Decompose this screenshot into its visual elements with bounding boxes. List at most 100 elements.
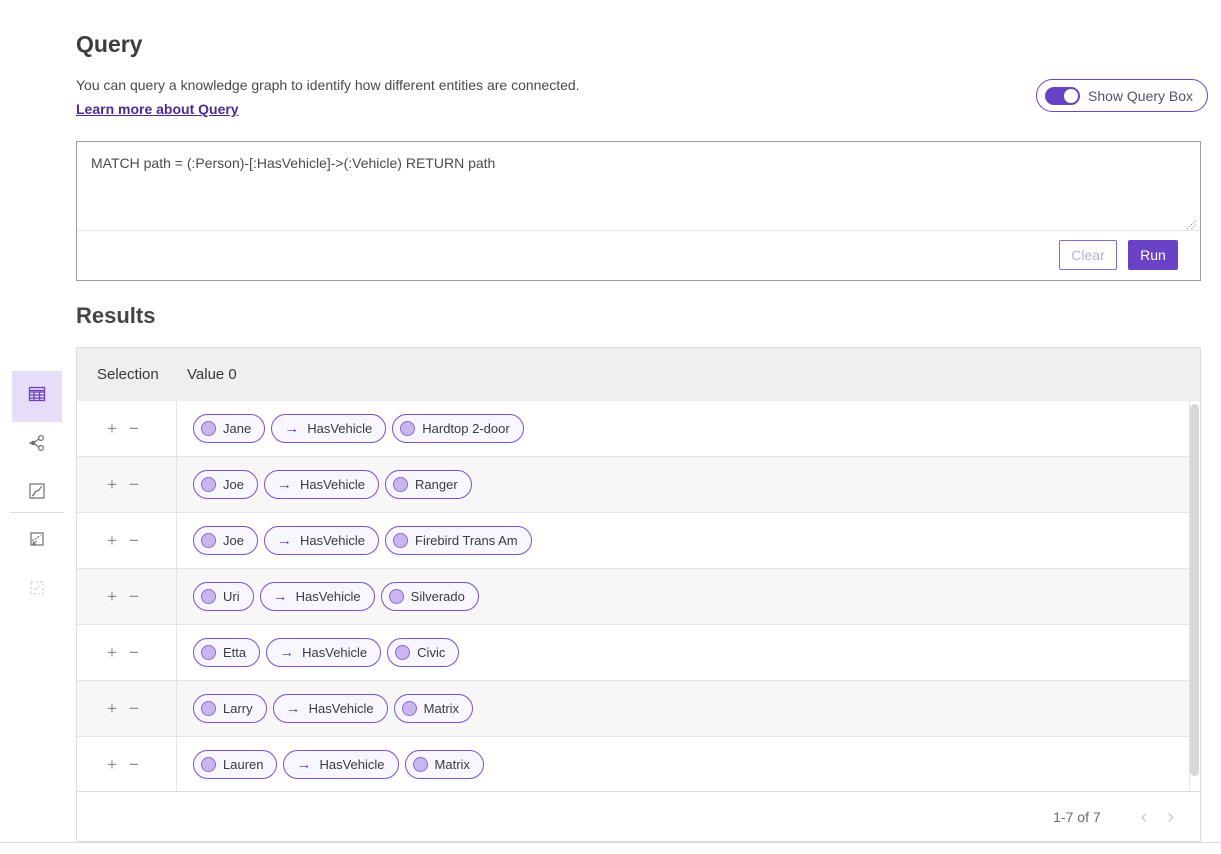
clear-button[interactable]: Clear [1059, 240, 1117, 270]
add-to-map-icon [28, 530, 46, 553]
pill-label: HasVehicle [319, 757, 397, 772]
results-title: Results [76, 303, 155, 329]
relationship-pill[interactable]: → HasVehicle [264, 470, 379, 499]
table-row: +− Larry →HasVehicle Matrix [77, 681, 1200, 737]
sidebar-item-map-view[interactable] [12, 477, 62, 509]
entity-pill[interactable]: Uri [193, 582, 254, 611]
row-selection-cell: +− [77, 401, 177, 456]
toggle-switch-icon[interactable] [1045, 87, 1080, 105]
relationship-pill[interactable]: →HasVehicle [273, 694, 388, 723]
table-row: +− Lauren → HasVehicle Matrix [77, 737, 1200, 793]
pill-label: HasVehicle [300, 477, 378, 492]
pagination-range: 1-7 of 7 [1053, 809, 1100, 825]
pill-label: Larry [223, 701, 266, 716]
entity-node-icon [201, 701, 216, 716]
relationship-arrow-icon: → [277, 477, 292, 492]
row-value-cell: Etta → HasVehicle Civic [177, 638, 1200, 667]
entity-node-icon [400, 421, 415, 436]
page-description: You can query a knowledge graph to ident… [76, 77, 580, 93]
entity-pill[interactable]: Lauren [193, 750, 277, 779]
entity-pill[interactable]: Civic [387, 638, 459, 667]
pill-label: Firebird Trans Am [415, 533, 531, 548]
row-value-cell: Lauren → HasVehicle Matrix [177, 750, 1200, 779]
sidebar-item-add-to-map[interactable] [12, 525, 62, 557]
table-row: +− Jane →HasVehicle Hardtop 2-door [77, 401, 1200, 457]
entity-pill[interactable]: Joe [193, 526, 258, 555]
pill-label: Civic [417, 645, 458, 660]
link-chart-icon [27, 433, 47, 458]
relationship-pill[interactable]: → HasVehicle [260, 582, 375, 611]
row-add-selection-button[interactable]: + [107, 700, 117, 717]
pill-label: Matrix [424, 701, 472, 716]
row-add-selection-button[interactable]: + [107, 588, 117, 605]
pill-label: Silverado [411, 589, 478, 604]
row-remove-selection-button[interactable]: − [129, 420, 139, 437]
row-add-selection-button[interactable]: + [107, 532, 117, 549]
textarea-resize-grip-icon[interactable] [1186, 217, 1197, 228]
entity-pill[interactable]: Joe [193, 470, 258, 499]
entity-node-icon [201, 757, 216, 772]
row-value-cell: Joe →HasVehicle Firebird Trans Am [177, 526, 1200, 555]
entity-pill[interactable]: Larry [193, 694, 267, 723]
row-remove-selection-button[interactable]: − [129, 588, 139, 605]
row-selection-cell: +− [77, 457, 177, 512]
toggle-knob [1064, 89, 1078, 103]
entity-pill[interactable]: Matrix [394, 694, 473, 723]
learn-more-link[interactable]: Learn more about Query [76, 101, 239, 117]
row-remove-selection-button[interactable]: − [129, 476, 139, 493]
sidebar-item-selection-tools [12, 574, 62, 606]
row-remove-selection-button[interactable]: − [129, 700, 139, 717]
sidebar-item-table-view[interactable] [12, 371, 62, 422]
pill-label: Jane [223, 421, 264, 436]
column-header-value0: Value 0 [177, 366, 237, 383]
relationship-arrow-icon: → [279, 645, 294, 660]
pill-label: Ranger [415, 477, 471, 492]
entity-pill[interactable]: Ranger [385, 470, 472, 499]
row-selection-cell: +− [77, 513, 177, 568]
run-button[interactable]: Run [1128, 240, 1178, 270]
show-query-box-toggle[interactable]: Show Query Box [1036, 79, 1208, 112]
entity-pill[interactable]: Jane [193, 414, 265, 443]
entity-pill[interactable]: Etta [193, 638, 260, 667]
entity-pill[interactable]: Firebird Trans Am [385, 526, 532, 555]
entity-node-icon [413, 757, 428, 772]
entity-node-icon [201, 477, 216, 492]
pagination-next-button[interactable]: › [1157, 807, 1184, 827]
entity-pill[interactable]: Matrix [405, 750, 484, 779]
row-selection-cell: +− [77, 569, 177, 624]
row-selection-cell: +− [77, 737, 177, 792]
entity-pill[interactable]: Hardtop 2-door [392, 414, 523, 443]
pill-label: Hardtop 2-door [422, 421, 522, 436]
query-page: Query You can query a knowledge graph to… [0, 0, 1221, 854]
relationship-pill[interactable]: → HasVehicle [283, 750, 398, 779]
relationship-pill[interactable]: →HasVehicle [264, 526, 379, 555]
relationship-pill[interactable]: →HasVehicle [271, 414, 386, 443]
column-header-selection: Selection [77, 366, 177, 383]
table-row: +− Joe →HasVehicle Firebird Trans Am [77, 513, 1200, 569]
sidebar-divider [10, 512, 64, 513]
table-scrollbar-thumb[interactable] [1190, 404, 1199, 776]
table-row: +− Etta → HasVehicle Civic [77, 625, 1200, 681]
row-remove-selection-button[interactable]: − [129, 756, 139, 773]
row-add-selection-button[interactable]: + [107, 476, 117, 493]
relationship-pill[interactable]: → HasVehicle [266, 638, 381, 667]
query-input[interactable]: MATCH path = (:Person)-[:HasVehicle]->(:… [77, 142, 1200, 231]
pill-label: Matrix [435, 757, 483, 772]
row-add-selection-button[interactable]: + [107, 756, 117, 773]
pill-label: HasVehicle [302, 645, 380, 660]
table-header-row: Selection Value 0 [77, 348, 1200, 401]
pill-label: HasVehicle [296, 589, 374, 604]
row-add-selection-button[interactable]: + [107, 420, 117, 437]
table-body: +−Jane→HasVehicleHardtop 2-door+−Joe→Has… [77, 401, 1200, 793]
sidebar-item-link-chart-view[interactable] [12, 429, 62, 461]
pill-label: Joe [223, 533, 257, 548]
row-remove-selection-button[interactable]: − [129, 532, 139, 549]
entity-pill[interactable]: Silverado [381, 582, 479, 611]
entity-node-icon [201, 421, 216, 436]
relationship-arrow-icon: → [273, 589, 288, 604]
pill-label: HasVehicle [309, 701, 387, 716]
pagination-prev-button[interactable]: ‹ [1131, 807, 1158, 827]
relationship-arrow-icon: → [296, 757, 311, 772]
row-remove-selection-button[interactable]: − [129, 644, 139, 661]
row-add-selection-button[interactable]: + [107, 644, 117, 661]
